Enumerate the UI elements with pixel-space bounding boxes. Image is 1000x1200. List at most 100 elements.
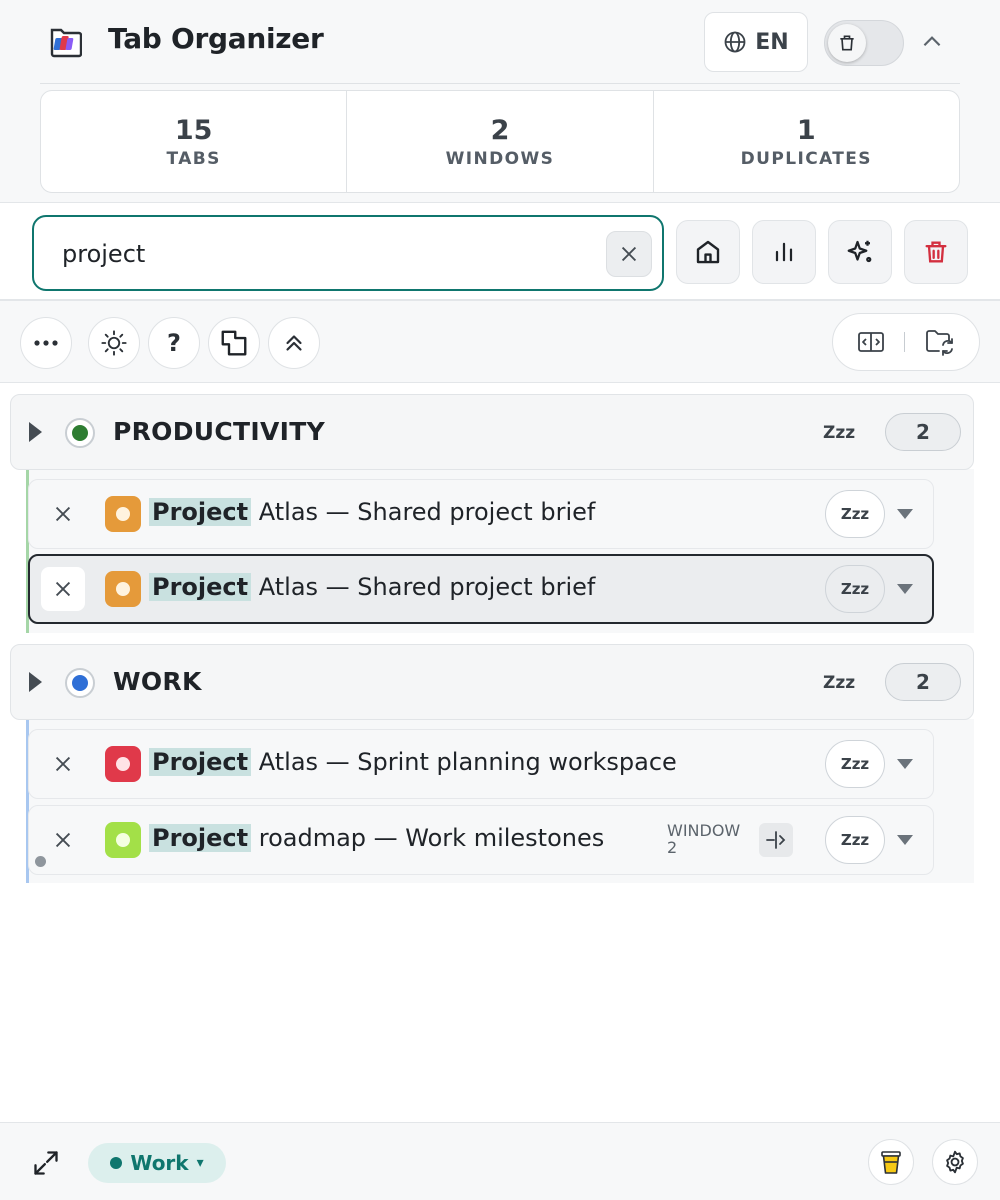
toolbar: ? bbox=[0, 301, 1000, 383]
home-button[interactable] bbox=[676, 220, 740, 284]
stat-windows: 2 WINDOWS bbox=[347, 91, 654, 192]
tab-menu-caret-icon[interactable] bbox=[897, 759, 913, 769]
group-snooze-button[interactable]: Zzz bbox=[823, 673, 855, 693]
split-view-icon bbox=[857, 332, 884, 352]
close-tab-button[interactable] bbox=[41, 818, 85, 862]
tab-menu-caret-icon[interactable] bbox=[897, 584, 913, 594]
close-icon bbox=[621, 246, 637, 262]
close-icon bbox=[55, 506, 71, 522]
theme-button[interactable] bbox=[88, 317, 140, 369]
chevrons-up-icon bbox=[286, 335, 302, 351]
workspace-selector[interactable]: Work ▾ bbox=[88, 1143, 226, 1183]
copy-windows-icon bbox=[221, 330, 247, 356]
sync-folder-button[interactable] bbox=[925, 328, 955, 356]
globe-icon bbox=[724, 31, 746, 53]
move-window-icon bbox=[766, 831, 786, 849]
stat-label: TABS bbox=[166, 148, 221, 169]
stat-value: 2 bbox=[490, 114, 510, 146]
stat-duplicates[interactable]: 1 DUPLICATES bbox=[654, 91, 959, 192]
group-name: WORK bbox=[113, 667, 202, 696]
close-icon bbox=[55, 832, 71, 848]
group-tab-count: 2 bbox=[885, 413, 961, 451]
app-logo-icon bbox=[50, 28, 82, 58]
home-icon bbox=[696, 240, 720, 264]
trash-icon bbox=[925, 241, 947, 263]
collapse-button[interactable] bbox=[916, 26, 948, 58]
header: Tab Organizer EN bbox=[40, 0, 960, 84]
favicon-icon bbox=[105, 746, 141, 782]
sun-icon bbox=[101, 330, 127, 356]
search-clear-button[interactable] bbox=[606, 231, 652, 277]
favicon-icon bbox=[105, 571, 141, 607]
settings-button[interactable] bbox=[932, 1139, 978, 1185]
search-highlight: Project bbox=[149, 748, 252, 776]
help-button[interactable]: ? bbox=[148, 317, 200, 369]
favicon-icon bbox=[105, 822, 141, 858]
split-view-button[interactable] bbox=[857, 330, 885, 354]
stat-label: DUPLICATES bbox=[740, 148, 872, 169]
snooze-tab-button[interactable]: Zzz bbox=[825, 490, 885, 538]
stat-tabs: 15 TABS bbox=[41, 91, 348, 192]
tab-row[interactable]: Project roadmap — Work milestones WINDOW… bbox=[28, 805, 934, 875]
tab-row-active[interactable]: Project Atlas — Shared project brief Zzz bbox=[28, 554, 934, 624]
snooze-tab-button[interactable]: Zzz bbox=[825, 565, 885, 613]
copy-windows-button[interactable] bbox=[208, 317, 260, 369]
group-color-dot bbox=[65, 418, 95, 448]
stat-value: 15 bbox=[174, 114, 213, 146]
group-color-dot bbox=[65, 668, 95, 698]
window-label: WINDOW 2 bbox=[667, 822, 740, 856]
stat-value: 1 bbox=[796, 114, 816, 146]
tab-row[interactable]: Project Atlas — Shared project brief Zzz bbox=[28, 479, 934, 549]
group-snooze-button[interactable]: Zzz bbox=[823, 423, 855, 443]
move-to-window-button[interactable] bbox=[759, 823, 793, 857]
workspace-label: Work bbox=[130, 1151, 189, 1175]
tab-title-rest: roadmap — Work milestones bbox=[251, 824, 605, 852]
support-button[interactable] bbox=[868, 1139, 914, 1185]
snooze-tab-button[interactable]: Zzz bbox=[825, 740, 885, 788]
stats-button[interactable] bbox=[752, 220, 816, 284]
snooze-tab-button[interactable]: Zzz bbox=[825, 816, 885, 864]
expand-icon bbox=[34, 1151, 58, 1175]
expand-button[interactable] bbox=[28, 1145, 64, 1181]
tab-title-rest: Atlas — Shared project brief bbox=[251, 498, 596, 526]
sparkles-icon bbox=[847, 240, 872, 263]
view-toggle-group bbox=[832, 313, 980, 371]
bar-chart-icon bbox=[775, 242, 793, 262]
more-button[interactable] bbox=[20, 317, 72, 369]
close-icon bbox=[55, 756, 71, 772]
trash-icon bbox=[840, 35, 854, 51]
search-highlight: Project bbox=[149, 573, 252, 601]
stats-panel: 15 TABS 2 WINDOWS 1 DUPLICATES bbox=[40, 90, 960, 193]
folder-sync-icon bbox=[926, 330, 954, 356]
window-number: 2 bbox=[667, 838, 678, 857]
language-label: EN bbox=[755, 29, 789, 55]
group-header-productivity[interactable]: PRODUCTIVITY Zzz 2 bbox=[10, 394, 974, 470]
group-header-work[interactable]: WORK Zzz 2 bbox=[10, 644, 974, 720]
tab-title-rest: Atlas — Shared project brief bbox=[251, 573, 596, 601]
trash-toggle[interactable] bbox=[824, 20, 904, 66]
window-label-text: WINDOW bbox=[667, 821, 741, 840]
stat-label: WINDOWS bbox=[445, 148, 555, 169]
ai-organize-button[interactable] bbox=[828, 220, 892, 284]
tab-menu-caret-icon[interactable] bbox=[897, 835, 913, 845]
tab-menu-caret-icon[interactable] bbox=[897, 509, 913, 519]
tab-row[interactable]: Project Atlas — Sprint planning workspac… bbox=[28, 729, 934, 799]
gear-icon bbox=[946, 1150, 964, 1174]
expand-caret-icon[interactable] bbox=[29, 422, 42, 442]
language-button[interactable]: EN bbox=[704, 12, 808, 72]
close-tab-button[interactable] bbox=[41, 742, 85, 786]
close-tab-button[interactable] bbox=[41, 492, 85, 536]
app-title: Tab Organizer bbox=[108, 22, 324, 55]
status-dot bbox=[35, 856, 46, 867]
tab-title: Project Atlas — Shared project brief bbox=[149, 573, 595, 601]
expand-caret-icon[interactable] bbox=[29, 672, 42, 692]
collapse-all-button[interactable] bbox=[268, 317, 320, 369]
cup-icon bbox=[881, 1151, 901, 1174]
close-tab-button[interactable] bbox=[41, 567, 85, 611]
tab-title: Project roadmap — Work milestones bbox=[149, 824, 604, 852]
delete-button[interactable] bbox=[904, 220, 968, 284]
pill-separator bbox=[904, 332, 906, 352]
chevron-up-icon bbox=[923, 36, 941, 47]
tab-title: Project Atlas — Sprint planning workspac… bbox=[149, 748, 677, 776]
search-input[interactable] bbox=[62, 239, 562, 269]
